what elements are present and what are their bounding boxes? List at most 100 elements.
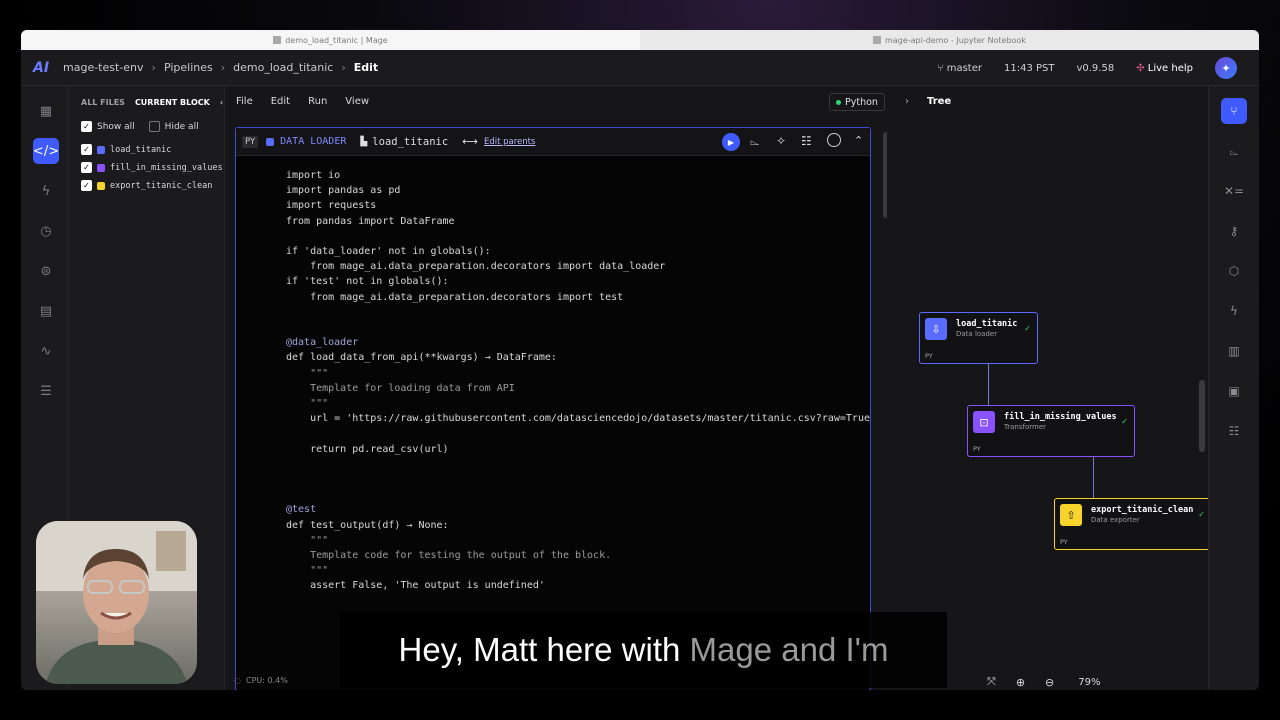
menu-view[interactable]: View <box>345 96 369 107</box>
code-line: def test_output(df) → None: <box>286 519 449 531</box>
download-icon: ⇩ <box>925 318 947 340</box>
checkbox-checked-icon: ✓ <box>81 162 92 173</box>
overview-icon[interactable]: ▦ <box>33 98 59 124</box>
code-line: import io <box>286 170 341 181</box>
block-list-item[interactable]: ✓ fill_in_missing_values <box>81 162 224 173</box>
settings-sliders-icon[interactable]: ☰ <box>33 378 59 404</box>
expand-chevron-icon[interactable]: › <box>905 96 909 107</box>
kernel-status-badge[interactable]: Python <box>829 93 885 111</box>
secrets-icon[interactable]: ⚷ <box>1221 218 1247 244</box>
webcam-overlay <box>36 521 197 684</box>
code-line: @test <box>286 504 317 516</box>
block-settings-cube-icon[interactable]: ⬡ <box>1221 258 1247 284</box>
browser-tab-jupyter[interactable]: mage-api-demo - Jupyter Notebook <box>640 30 1259 50</box>
mage-logo-icon[interactable]: AI <box>33 60 51 76</box>
backfills-icon[interactable]: ⊜ <box>33 258 59 284</box>
tree-scrollbar[interactable] <box>1199 380 1205 452</box>
live-help-label: Live help <box>1147 62 1193 74</box>
file-icon: ▙ <box>360 136 368 147</box>
tree-node-fill-in-missing-values[interactable]: ⊡ fill_in_missing_values Transformer ✓ P… <box>967 405 1135 457</box>
git-branch[interactable]: ⑂ master <box>938 63 982 74</box>
block-list-item[interactable]: ✓ export_titanic_clean <box>81 180 224 191</box>
clock-time: 11:43 PST <box>1003 62 1055 74</box>
code-line: """ <box>286 367 329 379</box>
show-all-toggle[interactable]: ✓ Show all <box>81 121 135 132</box>
breadcrumb-separator: › <box>151 61 156 74</box>
file-panel-tabs: ALL FILES CURRENT BLOCK ‹ <box>69 86 224 107</box>
avatar[interactable]: ✦ <box>1215 57 1237 79</box>
code-line: if 'data_loader' not in globals(): <box>286 246 491 258</box>
tree-view-icon[interactable]: ⑂ <box>1221 98 1247 124</box>
code-line: @data_loader <box>286 337 359 349</box>
browser-tab-mage[interactable]: demo_load_titanic | Mage <box>21 30 640 50</box>
zoom-out-icon[interactable]: ⊖ <box>1045 676 1054 689</box>
triggers-icon[interactable]: ϟ <box>33 178 59 204</box>
tree-node-load-titanic[interactable]: ⇩ load_titanic Data loader ✓ PY <box>919 312 1038 364</box>
status-circle-icon[interactable] <box>827 133 841 147</box>
variables-icon[interactable]: ✕= <box>1221 178 1247 204</box>
hide-all-toggle[interactable]: Hide all <box>148 121 199 132</box>
menu-run[interactable]: Run <box>308 96 327 107</box>
live-help-link[interactable]: ✣ Live help <box>1136 63 1193 74</box>
pipeline-settings-icon[interactable]: ☷ <box>1221 418 1247 444</box>
presenter-video <box>36 521 197 684</box>
code-line: from mage_ai.data_preparation.decorators… <box>286 291 624 303</box>
runs-clock-icon[interactable]: ◷ <box>33 218 59 244</box>
block-settings-icon[interactable]: ☷ <box>801 134 812 148</box>
charts-icon[interactable]: ⌳ <box>1221 138 1247 164</box>
browser-tabs: demo_load_titanic | Mage mage-api-demo -… <box>21 30 1259 50</box>
collapse-panel-icon[interactable]: ‹ <box>220 98 223 107</box>
breadcrumb-pipelines[interactable]: Pipelines <box>164 61 213 74</box>
breadcrumb-project[interactable]: mage-test-env <box>63 61 144 74</box>
fit-to-screen-icon[interactable]: ⤧ <box>987 675 996 689</box>
upload-icon: ⇧ <box>1060 504 1082 526</box>
breadcrumb-separator: › <box>220 61 226 74</box>
tab-label: demo_load_titanic | Mage <box>285 35 388 45</box>
code-line: assert False, 'The output is undefined' <box>286 580 545 592</box>
edge-connector <box>1093 456 1094 498</box>
hide-all-label: Hide all <box>164 121 199 132</box>
slack-icon: ✣ <box>1136 62 1145 74</box>
logs-icon[interactable]: ▤ <box>33 298 59 324</box>
browser-window: demo_load_titanic | Mage mage-api-demo -… <box>21 30 1259 690</box>
chart-icon[interactable]: ⌳ <box>750 134 759 149</box>
table-icon[interactable]: ▥ <box>1221 338 1247 364</box>
checkmark-icon: ✓ <box>1121 417 1128 426</box>
caption-text-upcoming: Mage and I'm <box>689 631 889 668</box>
magic-wand-icon[interactable]: ✧ <box>776 134 786 148</box>
block-list-item[interactable]: ✓ load_titanic <box>81 144 224 155</box>
right-sidebar: ⑂ ⌳ ✕= ⚷ ⬡ ϟ ▥ ▣ ☷ <box>1208 86 1259 690</box>
tab-current-block[interactable]: CURRENT BLOCK <box>135 98 210 107</box>
code-editor[interactable]: import io import pandas as pd import reque… <box>236 156 870 690</box>
code-block: PY DATA LOADER ▙ load_titanic ⟷ Edit par… <box>235 127 871 690</box>
show-all-label: Show all <box>97 121 135 132</box>
tab-all-files[interactable]: ALL FILES <box>81 98 125 107</box>
triggers-bolt-icon[interactable]: ϟ <box>1221 298 1247 324</box>
caption-text: Hey, Matt here with <box>398 631 681 668</box>
version-label: v0.9.58 <box>1076 62 1115 74</box>
zoom-controls: ⤧ ⊕ ⊖ 79% <box>987 675 1100 689</box>
monitor-icon[interactable]: ∿ <box>33 338 59 364</box>
cpu-usage: CPU: 0.4% <box>245 676 288 685</box>
zoom-in-icon[interactable]: ⊕ <box>1016 676 1025 689</box>
tree-title: Tree <box>927 95 952 107</box>
block-color-swatch <box>97 145 105 154</box>
breadcrumb-current: Edit <box>353 61 379 74</box>
menu-file[interactable]: File <box>236 96 253 107</box>
zoom-level: 79% <box>1078 676 1101 688</box>
menu-edit[interactable]: Edit <box>271 96 290 107</box>
terminal-icon[interactable]: ▣ <box>1221 378 1247 404</box>
edit-parents-link[interactable]: Edit parents <box>484 137 535 147</box>
block-name-label[interactable]: load_titanic <box>372 136 448 148</box>
tree-node-export-titanic-clean[interactable]: ⇧ export_titanic_clean Data exporter ✓ P… <box>1054 498 1212 550</box>
run-block-button[interactable]: ▶ <box>722 133 740 151</box>
collapse-chevron-icon[interactable]: ⌃ <box>854 134 863 147</box>
node-name: load_titanic <box>956 319 1018 329</box>
breadcrumb-pipeline[interactable]: demo_load_titanic <box>233 61 333 74</box>
code-editor-icon[interactable]: </> <box>33 138 59 164</box>
block-color-swatch <box>97 163 105 172</box>
block-name: export_titanic_clean <box>110 180 213 191</box>
